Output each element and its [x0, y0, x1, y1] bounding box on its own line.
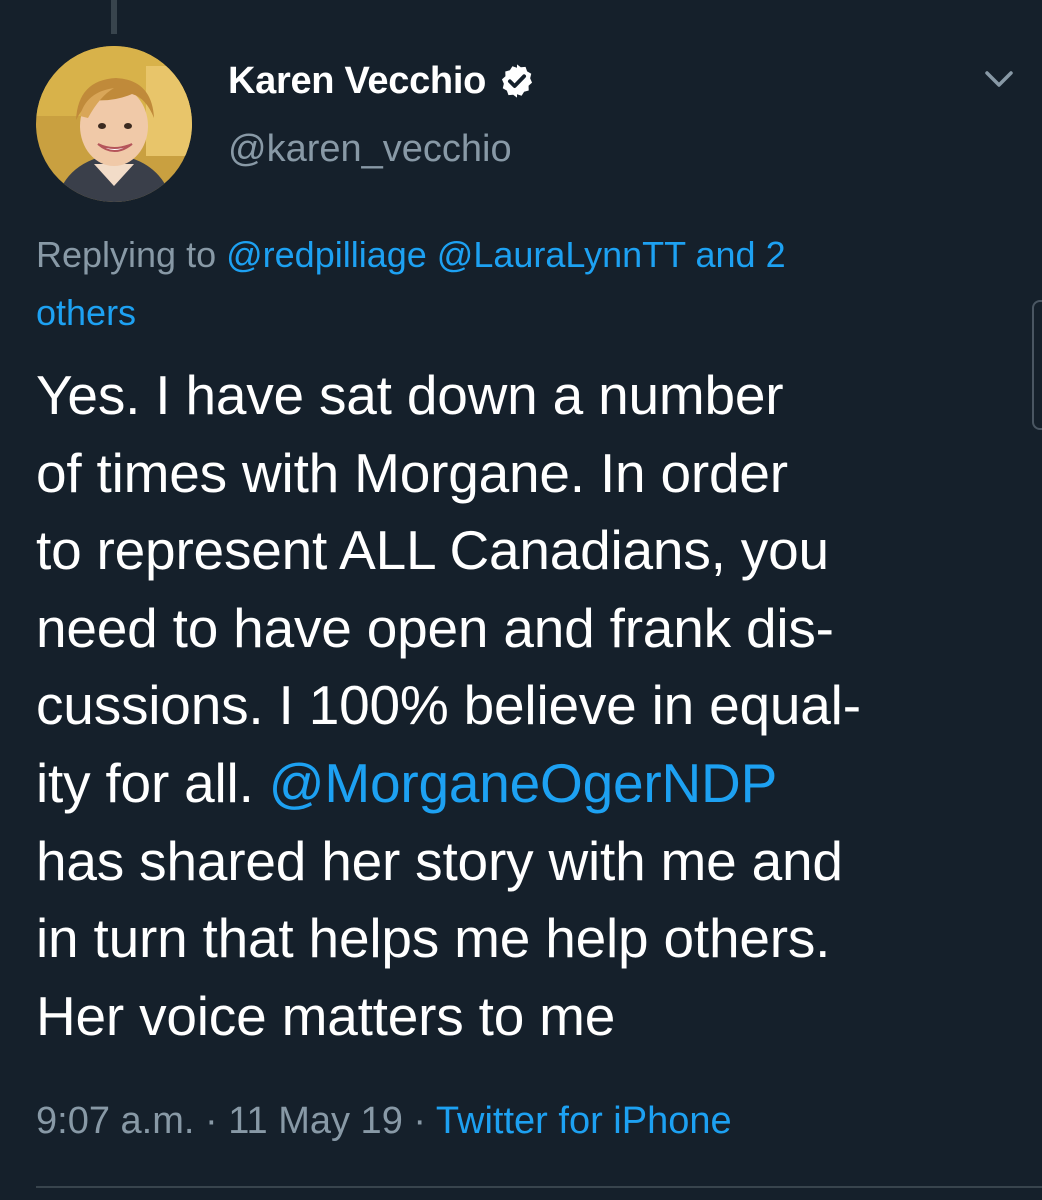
- thread-connector-line: [111, 0, 117, 34]
- avatar[interactable]: [36, 46, 192, 202]
- author-handle[interactable]: @karen_vecchio: [228, 128, 512, 171]
- tweet-time[interactable]: 9:07 a.m.: [36, 1100, 194, 1142]
- others-link[interactable]: others: [36, 292, 136, 333]
- tweet-body: Yes. I have sat down a number of times w…: [36, 357, 1016, 1055]
- profile-photo: [36, 46, 192, 202]
- scrollbar[interactable]: [1032, 300, 1042, 430]
- tweet-text-line: has shared her story with me and: [36, 829, 843, 892]
- mention-link[interactable]: @MorganeOgerNDP: [269, 752, 778, 814]
- tweet-text-segment: ity for all.: [36, 751, 269, 814]
- tweet-text-line: of times with Morgane. In order: [36, 441, 788, 504]
- verified-badge-icon: [498, 62, 536, 100]
- mention-link[interactable]: @LauraLynnTT: [437, 234, 686, 275]
- tweet-source-link[interactable]: Twitter for iPhone: [436, 1100, 732, 1142]
- tweet-text-line: in turn that helps me help others.: [36, 907, 831, 970]
- tweet-text-line: Yes. I have sat down a number: [36, 364, 784, 426]
- tweet-date[interactable]: 11 May 19: [228, 1100, 403, 1142]
- tweet-text-line: to represent ALL Canadians, you: [36, 519, 829, 582]
- mention-link[interactable]: @redpilliage: [226, 234, 427, 275]
- tweet-text-line: need to have open and frank dis-: [36, 596, 834, 659]
- tweet-text-line: Her voice matters to me: [36, 984, 616, 1047]
- tweet-metadata: 9:07 a.m. · 11 May 19 · Twitter for iPho…: [36, 1100, 732, 1143]
- reply-context: Replying to @redpilliage @LauraLynnTT an…: [36, 226, 966, 342]
- chevron-down-icon[interactable]: [982, 62, 1016, 96]
- author-name-row[interactable]: Karen Vecchio: [228, 56, 536, 106]
- tweet-text-line: ity for all. @MorganeOgerNDP: [36, 745, 1016, 823]
- meta-separator: ·: [402, 1100, 436, 1142]
- display-name[interactable]: Karen Vecchio: [228, 60, 486, 103]
- divider: [36, 1186, 1042, 1188]
- reply-prefix: Replying to: [36, 234, 217, 275]
- others-link[interactable]: and 2: [696, 234, 786, 275]
- tweet-text-line: cussions. I 100% believe in equal-: [36, 674, 861, 737]
- meta-separator: ·: [194, 1100, 229, 1142]
